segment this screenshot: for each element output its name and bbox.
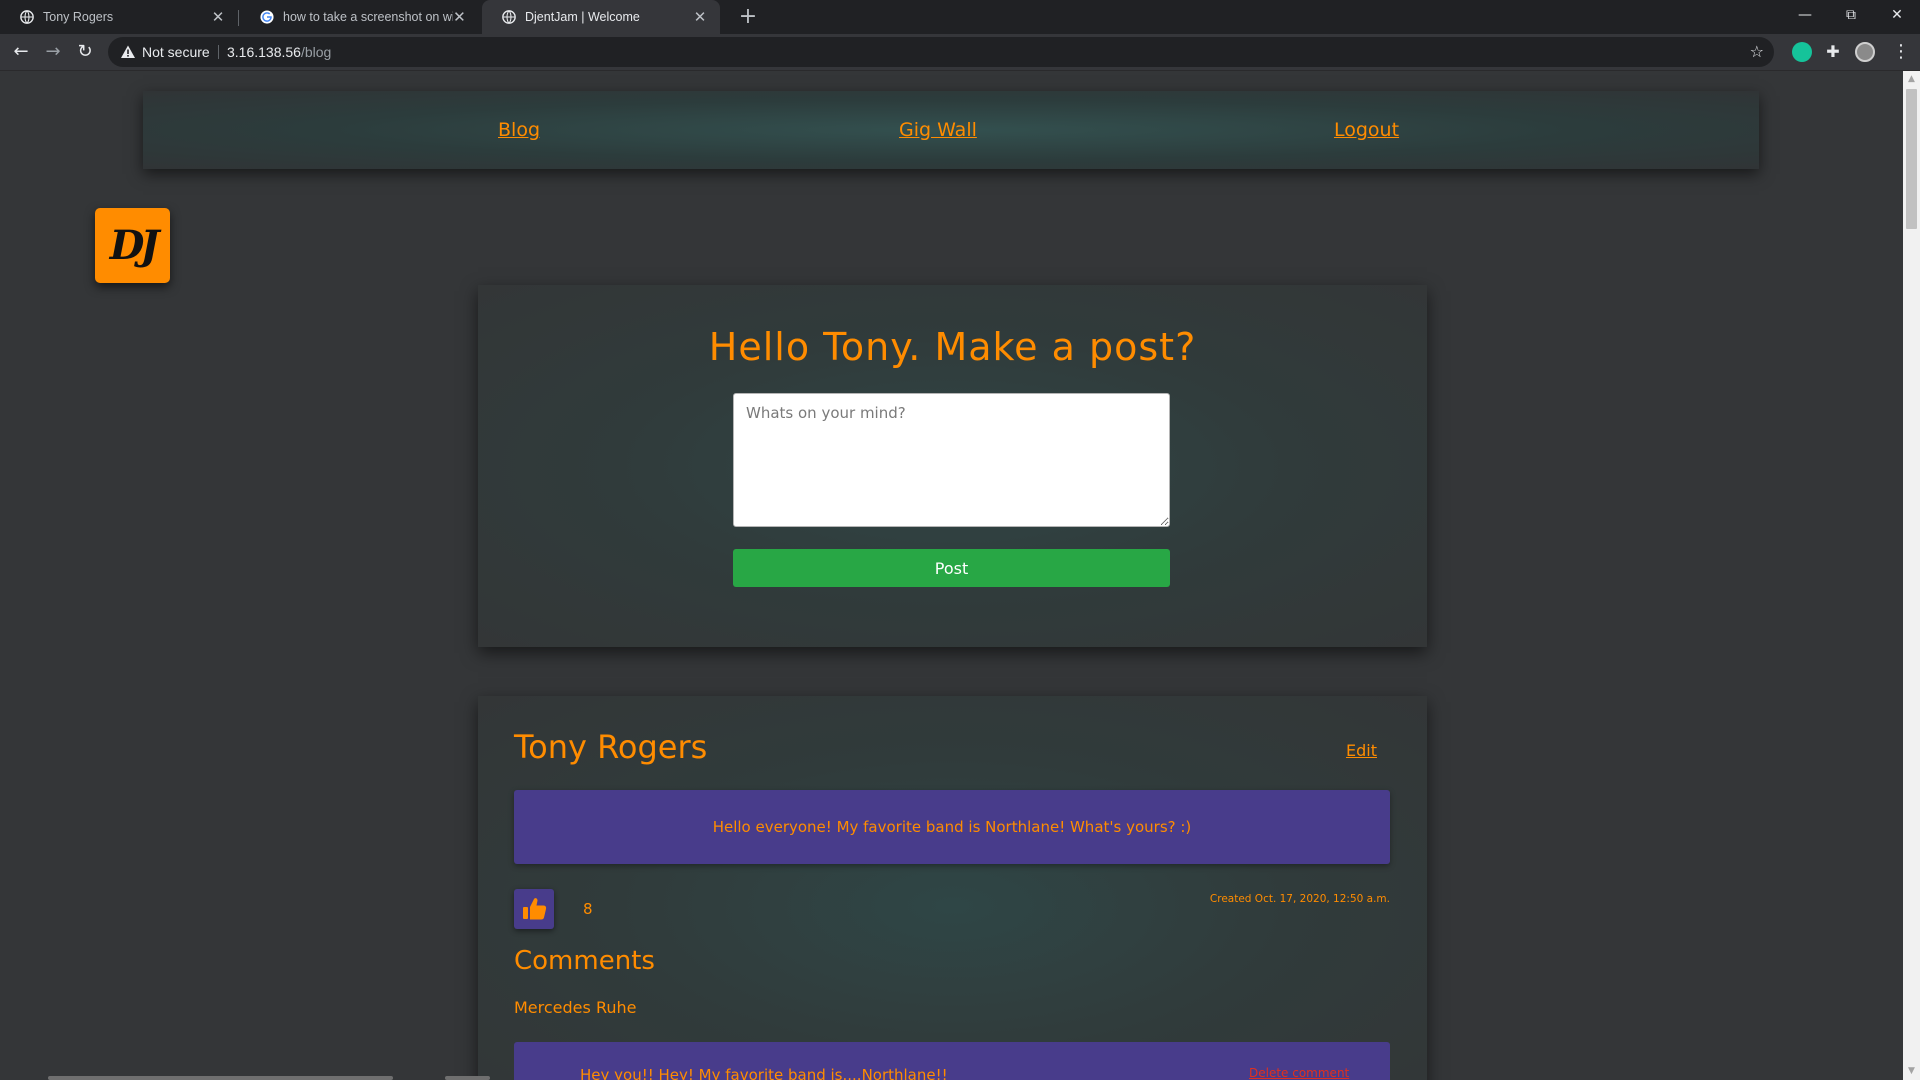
warning-icon bbox=[121, 45, 135, 58]
post-text: Hello everyone! My favorite band is Nort… bbox=[712, 818, 1192, 836]
like-count: 8 bbox=[583, 900, 593, 918]
post-body: Hello everyone! My favorite band is Nort… bbox=[514, 790, 1390, 864]
vertical-scrollbar[interactable]: ▲ ▼ bbox=[1903, 71, 1920, 1080]
thumbs-up-icon bbox=[523, 898, 547, 920]
nav-link-blog[interactable]: Blog bbox=[498, 91, 540, 169]
page-viewport: Blog Gig Wall Logout DJ Hello Tony. Make… bbox=[0, 71, 1903, 1080]
tab-title: how to take a screenshot on windows bbox=[283, 10, 453, 24]
post-button[interactable]: Post bbox=[733, 549, 1170, 587]
security-label[interactable]: Not secure bbox=[142, 37, 210, 67]
horizontal-scroll-indicator-2 bbox=[445, 1076, 490, 1080]
new-post-heading: Hello Tony. Make a post? bbox=[708, 325, 1197, 369]
reload-icon[interactable]: ↻ bbox=[74, 41, 96, 63]
horizontal-scroll-indicator bbox=[48, 1076, 393, 1080]
address-divider bbox=[218, 45, 219, 59]
tab-divider bbox=[238, 10, 239, 26]
tab-title: DjentJam | Welcome bbox=[525, 10, 640, 24]
comment-author: Mercedes Ruhe bbox=[514, 998, 637, 1017]
edit-post-link[interactable]: Edit bbox=[1346, 741, 1377, 760]
browser-tab-strip: Tony Rogers ✕ how to take a screenshot o… bbox=[0, 0, 1920, 34]
browser-tab-1[interactable]: Tony Rogers ✕ bbox=[0, 0, 238, 34]
forward-arrow-icon[interactable]: → bbox=[42, 41, 64, 63]
new-tab-button[interactable]: + bbox=[738, 5, 758, 29]
close-tab-icon[interactable]: ✕ bbox=[692, 8, 708, 26]
delete-comment-link[interactable]: Delete comment bbox=[1249, 1066, 1349, 1080]
browser-menu-icon[interactable]: ⋮ bbox=[1892, 41, 1910, 63]
site-navbar: Blog Gig Wall Logout bbox=[143, 91, 1759, 169]
back-arrow-icon[interactable]: ← bbox=[10, 41, 32, 63]
comment-text: Hey you!! Hey! My favorite band is....No… bbox=[580, 1066, 948, 1080]
url-host: 3.16.138.56 bbox=[227, 44, 301, 60]
comment-body: Hey you!! Hey! My favorite band is....No… bbox=[514, 1042, 1390, 1080]
url-text[interactable]: 3.16.138.56/blog bbox=[227, 37, 331, 67]
url-path: /blog bbox=[300, 44, 332, 60]
minimize-icon[interactable]: — bbox=[1782, 0, 1828, 30]
scroll-down-arrow-icon[interactable]: ▼ bbox=[1903, 1063, 1920, 1080]
browser-tab-2[interactable]: how to take a screenshot on windows ✕ bbox=[240, 0, 478, 34]
new-post-card: Hello Tony. Make a post? Post bbox=[478, 285, 1427, 647]
nav-link-logout[interactable]: Logout bbox=[1334, 91, 1399, 169]
like-button[interactable] bbox=[514, 889, 554, 929]
djentjam-logo[interactable]: DJ bbox=[95, 208, 170, 283]
google-icon bbox=[260, 10, 274, 24]
scroll-up-arrow-icon[interactable]: ▲ bbox=[1903, 71, 1920, 88]
extensions-puzzle-icon[interactable]: ✚ bbox=[1823, 42, 1843, 62]
grammarly-icon[interactable] bbox=[1792, 42, 1812, 62]
post-textarea[interactable] bbox=[733, 393, 1170, 527]
globe-icon bbox=[20, 10, 34, 24]
comments-heading: Comments bbox=[514, 946, 655, 976]
bookmark-star-icon[interactable]: ☆ bbox=[1750, 37, 1764, 67]
post-card: Tony Rogers Edit Hello everyone! My favo… bbox=[478, 696, 1427, 1080]
browser-toolbar: ← → ↻ Not secure 3.16.138.56/blog ☆ ✚ ⋮ bbox=[0, 34, 1920, 71]
close-tab-icon[interactable]: ✕ bbox=[453, 8, 466, 26]
address-bar[interactable]: Not secure 3.16.138.56/blog ☆ bbox=[108, 37, 1774, 67]
browser-tab-3[interactable]: DjentJam | Welcome ✕ bbox=[482, 0, 720, 34]
close-tab-icon[interactable]: ✕ bbox=[210, 8, 226, 26]
profile-avatar-icon[interactable] bbox=[1855, 42, 1875, 62]
logo-text: DJ bbox=[109, 222, 160, 269]
globe-icon bbox=[502, 10, 516, 24]
post-created-timestamp: Created Oct. 17, 2020, 12:50 a.m. bbox=[1209, 893, 1390, 905]
scrollbar-thumb[interactable] bbox=[1906, 89, 1917, 229]
post-author: Tony Rogers bbox=[514, 728, 708, 766]
nav-link-gig-wall[interactable]: Gig Wall bbox=[899, 91, 977, 169]
restore-icon[interactable]: ⧉ bbox=[1828, 0, 1874, 30]
close-window-icon[interactable]: ✕ bbox=[1874, 0, 1920, 30]
tab-title: Tony Rogers bbox=[43, 10, 114, 24]
